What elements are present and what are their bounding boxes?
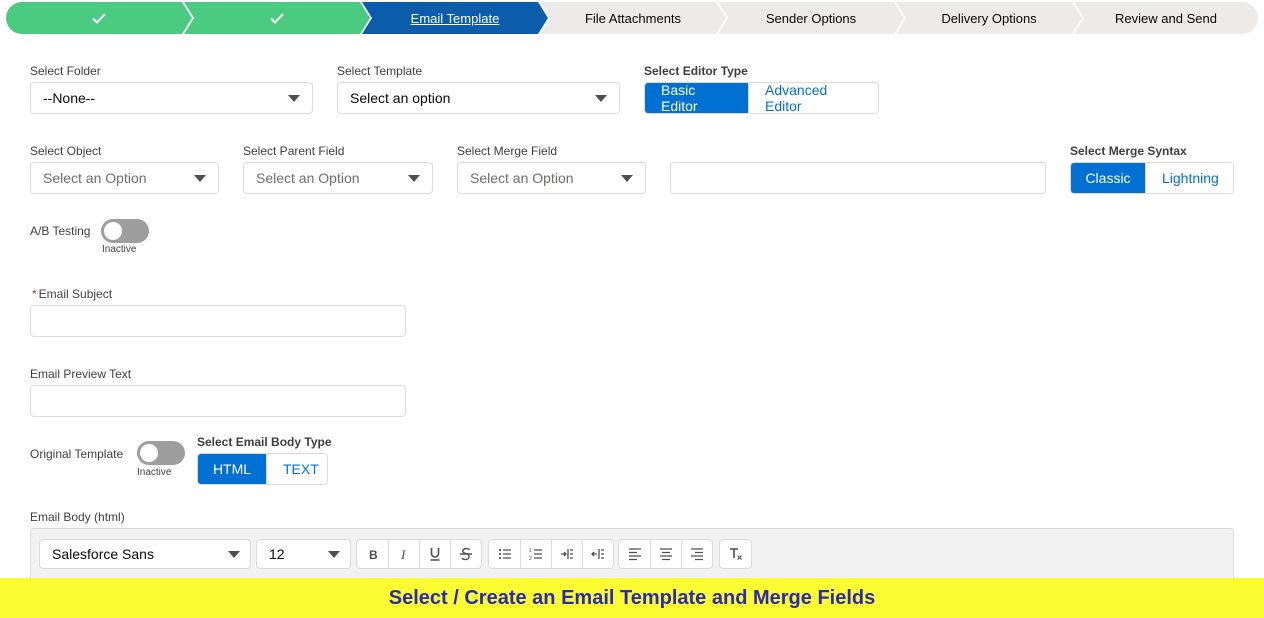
required-marker: *	[32, 287, 37, 301]
chevron-down-icon	[328, 551, 340, 558]
progress-path: Email Template File Attachments Sender O…	[6, 2, 1258, 34]
email-body-type-button-group: HTML TEXT	[197, 453, 328, 485]
path-step-label: Review and Send	[1115, 10, 1217, 26]
clear-format-group	[719, 539, 752, 569]
advanced-editor-button[interactable]: Advanced Editor	[748, 83, 878, 113]
font-size-select[interactable]: 12	[256, 539, 351, 569]
path-step-delivery-options[interactable]: Delivery Options	[896, 2, 1082, 34]
align-center-icon[interactable]	[650, 540, 681, 568]
lightning-syntax-button[interactable]: Lightning	[1145, 163, 1233, 193]
merge-field-output-input[interactable]	[670, 162, 1046, 194]
select-parent-field-combobox[interactable]: Select an Option	[243, 162, 433, 194]
select-merge-field-label: Select Merge Field	[457, 144, 558, 158]
path-step-2[interactable]	[184, 2, 370, 34]
strikethrough-icon[interactable]	[450, 540, 481, 568]
select-template-label: Select Template	[337, 64, 423, 78]
editor-type-label: Select Editor Type	[644, 64, 748, 78]
path-step-label: Sender Options	[765, 10, 857, 26]
svg-text:1: 1	[529, 548, 532, 554]
font-family-select[interactable]: Salesforce Sans	[39, 539, 251, 569]
indent-icon[interactable]	[551, 540, 582, 568]
select-parent-field-label: Select Parent Field	[243, 144, 345, 158]
path-step-sender-options[interactable]: Sender Options	[718, 2, 904, 34]
path-step-label: Email Template	[410, 10, 500, 26]
classic-syntax-button[interactable]: Classic	[1071, 163, 1145, 193]
chevron-down-icon	[408, 175, 420, 182]
caption-text: Select / Create an Email Template and Me…	[388, 586, 876, 609]
check-icon	[92, 13, 106, 24]
html-body-button[interactable]: HTML	[198, 454, 266, 484]
select-folder-value: --None--	[43, 90, 96, 106]
chevron-down-icon	[595, 95, 607, 102]
original-template-label: Original Template	[30, 447, 124, 461]
path-step-1[interactable]	[6, 2, 192, 34]
basic-editor-button[interactable]: Basic Editor	[645, 83, 748, 113]
select-merge-field-placeholder: Select an Option	[470, 170, 574, 186]
bold-icon[interactable]: B	[357, 540, 388, 568]
merge-syntax-button-group: Classic Lightning	[1070, 162, 1234, 194]
select-merge-field-combobox[interactable]: Select an Option	[457, 162, 646, 194]
chevron-down-icon	[288, 95, 300, 102]
list-indent-group: 12	[488, 539, 614, 569]
clear-format-icon[interactable]	[720, 540, 751, 568]
email-preview-input[interactable]	[30, 385, 406, 417]
rich-text-toolbar: Salesforce Sans 12 B I 12	[30, 528, 1234, 580]
font-family-value: Salesforce Sans	[52, 546, 154, 562]
chevron-down-icon	[194, 175, 206, 182]
path-step-review-and-send[interactable]: Review and Send	[1074, 2, 1258, 34]
select-folder-combobox[interactable]: --None--	[30, 82, 313, 114]
select-folder-label: Select Folder	[30, 64, 101, 78]
original-template-toggle[interactable]	[137, 441, 185, 465]
alignment-group	[618, 539, 713, 569]
select-template-combobox[interactable]: Select an option	[337, 82, 620, 114]
toggle-knob	[104, 222, 122, 240]
path-step-label: Delivery Options	[941, 10, 1037, 26]
email-subject-label: * Email Subject	[32, 287, 112, 301]
align-left-icon[interactable]	[619, 540, 650, 568]
chevron-down-icon	[621, 175, 633, 182]
font-size-value: 12	[269, 546, 285, 562]
editor-type-button-group: Basic Editor Advanced Editor	[644, 82, 879, 114]
ab-testing-label: A/B Testing	[30, 224, 91, 238]
caption-banner: Select / Create an Email Template and Me…	[0, 578, 1264, 618]
italic-icon[interactable]: I	[388, 540, 419, 568]
select-object-label: Select Object	[30, 144, 102, 158]
chevron-down-icon	[228, 551, 240, 558]
select-object-placeholder: Select an Option	[43, 170, 147, 186]
email-preview-label: Email Preview Text	[30, 367, 132, 381]
numbered-list-icon[interactable]: 12	[520, 540, 551, 568]
underline-icon[interactable]	[419, 540, 450, 568]
path-step-label: File Attachments	[584, 10, 682, 26]
svg-text:2: 2	[529, 556, 532, 561]
select-template-value: Select an option	[350, 90, 451, 106]
ab-testing-toggle[interactable]	[101, 219, 149, 243]
bullet-list-icon[interactable]	[489, 540, 520, 568]
path-step-email-template[interactable]: Email Template	[362, 2, 548, 34]
svg-text:I: I	[400, 547, 406, 561]
align-right-icon[interactable]	[681, 540, 712, 568]
select-parent-field-placeholder: Select an Option	[256, 170, 360, 186]
email-body-type-label: Select Email Body Type	[197, 435, 332, 449]
email-body-label: Email Body (html)	[30, 510, 125, 524]
svg-text:B: B	[369, 548, 378, 561]
check-icon	[270, 13, 284, 24]
outdent-icon[interactable]	[582, 540, 613, 568]
email-subject-label-text: Email Subject	[38, 287, 113, 301]
ab-testing-status: Inactive	[102, 244, 137, 255]
text-body-button[interactable]: TEXT	[266, 454, 327, 484]
text-style-group: B I	[356, 539, 482, 569]
toggle-knob	[140, 444, 158, 462]
original-template-status: Inactive	[137, 467, 172, 478]
merge-syntax-label: Select Merge Syntax	[1070, 144, 1187, 158]
email-subject-input[interactable]	[30, 305, 406, 337]
path-step-file-attachments[interactable]: File Attachments	[540, 2, 726, 34]
select-object-combobox[interactable]: Select an Option	[30, 162, 219, 194]
